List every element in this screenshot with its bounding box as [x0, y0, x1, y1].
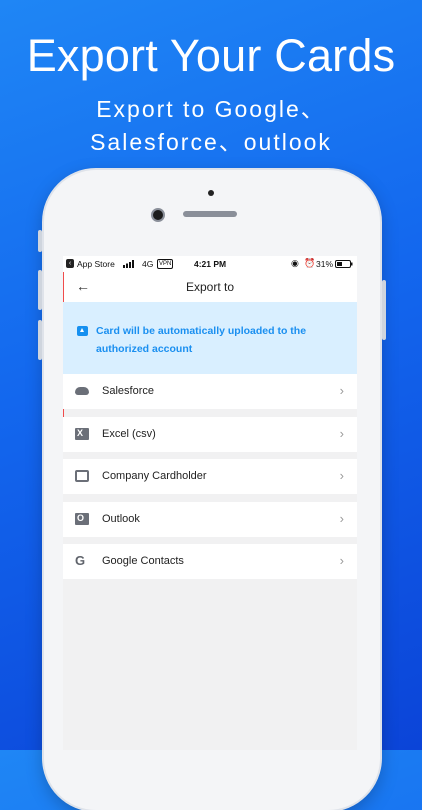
- chevron-right-icon: ›: [339, 468, 344, 483]
- chevron-right-icon: ›: [339, 383, 344, 398]
- network-label: 4G: [142, 259, 154, 269]
- export-option-outlook[interactable]: Outlook ›: [63, 502, 357, 537]
- outlook-icon: [75, 513, 89, 525]
- phone-side-button: [382, 280, 386, 340]
- export-option-label: Salesforce: [102, 385, 154, 397]
- phone-side-button: [38, 270, 42, 310]
- navbar: ← Export to: [63, 272, 357, 302]
- subline-1: Export to Google、: [96, 96, 326, 122]
- cardholder-icon: [75, 470, 89, 482]
- alarm-icon: ⏰: [304, 258, 316, 268]
- headline: Export Your Cards: [26, 30, 396, 81]
- phone-screen: ‹ App Store 4G VPN 4:21 PM ◉ ⏰ 31% ← Exp…: [63, 256, 357, 750]
- export-option-excel[interactable]: Excel (csv) ›: [63, 417, 357, 452]
- phone-side-button: [38, 230, 42, 252]
- upload-icon: [77, 326, 88, 336]
- subline-2: Salesforce、outlook: [90, 129, 332, 155]
- export-option-company-cardholder[interactable]: Company Cardholder ›: [63, 459, 357, 494]
- vpn-badge: VPN: [157, 259, 174, 269]
- battery-icon: [335, 260, 353, 270]
- chevron-right-icon: ›: [339, 511, 344, 526]
- status-bar: ‹ App Store 4G VPN 4:21 PM ◉ ⏰ 31%: [63, 256, 357, 272]
- info-banner: Card will be automatically uploaded to t…: [63, 302, 357, 374]
- front-camera: [151, 208, 165, 222]
- export-option-label: Outlook: [102, 513, 140, 525]
- export-option-label: Excel (csv): [102, 428, 156, 440]
- export-option-label: Company Cardholder: [102, 470, 207, 482]
- export-option-label: Google Contacts: [102, 555, 184, 567]
- export-option-google-contacts[interactable]: G Google Contacts ›: [63, 544, 357, 579]
- proximity-sensor: [208, 190, 214, 196]
- signal-icon: [123, 260, 135, 270]
- page-title: Export to: [185, 280, 235, 294]
- excel-icon: [75, 428, 89, 440]
- back-to-app-icon[interactable]: ‹: [66, 259, 74, 268]
- google-icon: G: [75, 553, 86, 568]
- time-label: 4:21 PM: [194, 259, 227, 269]
- chevron-right-icon: ›: [339, 553, 344, 568]
- location-icon: ◉: [291, 258, 299, 268]
- battery-label: 31%: [316, 259, 334, 269]
- phone-side-button: [38, 320, 42, 360]
- carrier-label: App Store: [77, 259, 115, 269]
- banner-text: Card will be automatically uploaded to t…: [96, 325, 307, 355]
- export-option-salesforce[interactable]: Salesforce ›: [63, 374, 357, 409]
- salesforce-cloud-icon: [75, 387, 89, 395]
- chevron-right-icon: ›: [339, 426, 344, 441]
- earpiece-speaker: [183, 211, 237, 217]
